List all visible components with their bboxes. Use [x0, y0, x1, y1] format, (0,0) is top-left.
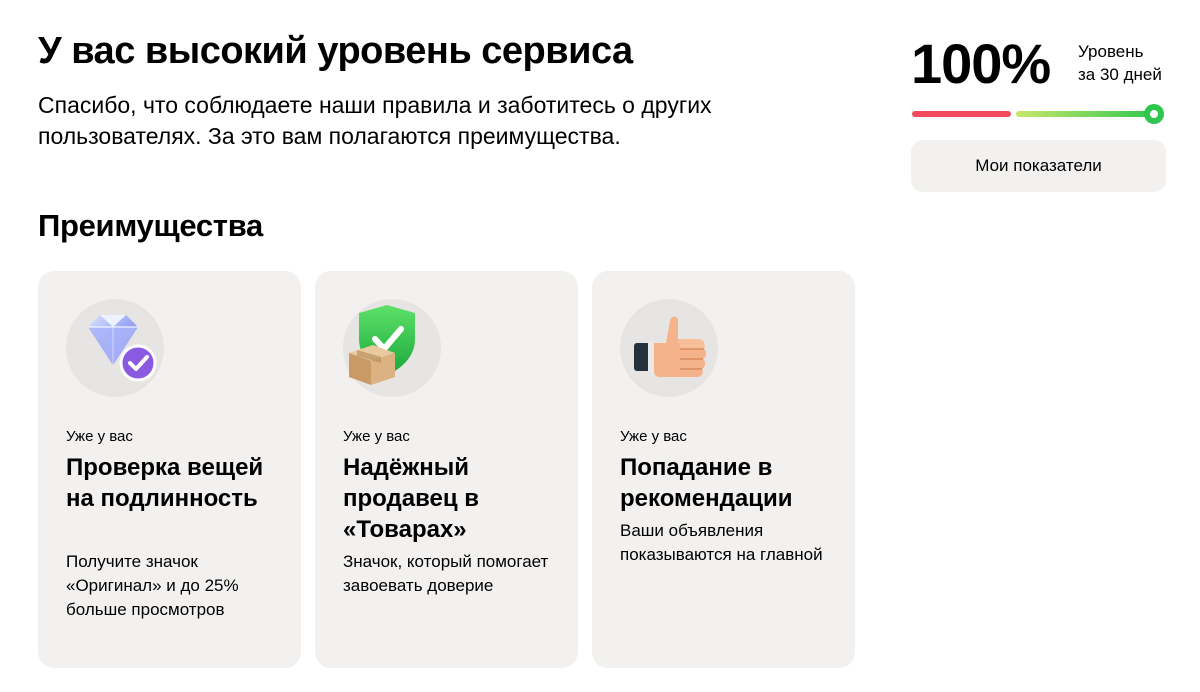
benefit-heading: Проверка вещей на подлинность	[66, 454, 264, 512]
benefit-card-authenticity[interactable]: Уже у вас Проверка вещей на подлинность …	[38, 271, 301, 668]
benefit-status: Уже у вас	[620, 428, 687, 445]
service-level-value: 100%	[911, 32, 1051, 95]
level-bar-high-segment	[1016, 111, 1157, 117]
service-level-caption-line1: Уровень	[1078, 42, 1144, 61]
benefit-description: Ваши объявления показываются на главной	[620, 521, 823, 564]
service-level-bar	[912, 104, 1166, 124]
benefits-cards: Уже у вас Проверка вещей на подлинность …	[38, 271, 855, 668]
benefit-heading: Надёжный продавец в «Товарах»	[343, 454, 480, 543]
benefit-status: Уже у вас	[343, 428, 410, 445]
benefits-section-title: Преимущества	[38, 208, 263, 243]
level-bar-low-segment	[912, 111, 1011, 117]
page-title: У вас высокий уровень сервиса	[38, 30, 633, 72]
service-level-page: У вас высокий уровень сервиса Спасибо, ч…	[0, 0, 1200, 692]
level-bar-indicator	[1144, 104, 1164, 124]
benefit-description: Значок, который помогает завоевать довер…	[343, 552, 549, 595]
benefit-card-recommendations[interactable]: Уже у вас Попадание в рекомендации Ваши …	[592, 271, 855, 668]
shield-box-icon	[343, 299, 441, 397]
benefit-heading: Попадание в рекомендации	[620, 454, 793, 512]
service-level-caption: Уровень за 30 дней	[1078, 40, 1178, 86]
diamond-check-icon	[66, 299, 164, 397]
thumbs-up-icon	[620, 299, 718, 397]
service-level-caption-line2: за 30 дней	[1078, 65, 1162, 84]
benefit-status: Уже у вас	[66, 428, 133, 445]
benefit-description: Получите значок «Оригинал» и до 25% боль…	[66, 552, 239, 619]
benefit-card-trusted-seller[interactable]: Уже у вас Надёжный продавец в «Товарах» …	[315, 271, 578, 668]
my-metrics-button[interactable]: Мои показатели	[911, 140, 1166, 192]
page-subtitle: Спасибо, что соблюдаете наши правила и з…	[38, 92, 712, 149]
